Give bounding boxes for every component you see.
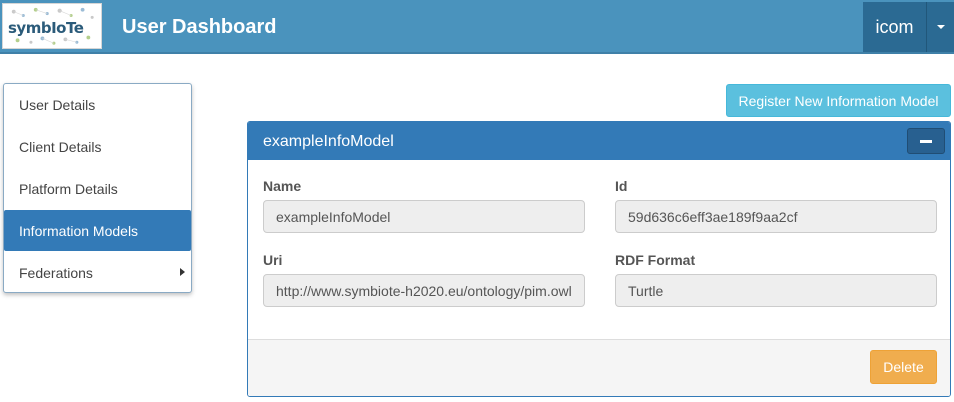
chevron-right-icon — [180, 268, 185, 276]
sidebar-item-label: Client Details — [19, 138, 102, 155]
minus-icon — [920, 139, 932, 143]
panel-heading[interactable]: exampleInfoModel — [248, 122, 950, 160]
sidebar-menu: User Details Client Details Platform Det… — [3, 83, 192, 293]
id-field[interactable]: 59d636c6eff3ae189f9aa2cf — [615, 200, 937, 233]
page-title[interactable]: User Dashboard — [122, 16, 277, 39]
sidebar-item-label: User Details — [19, 96, 96, 113]
delete-button[interactable]: Delete — [870, 350, 937, 384]
symbiote-logo[interactable]: symbIoTe — [2, 3, 102, 49]
panel-title: exampleInfoModel — [263, 133, 394, 150]
sidebar-item-platform-details[interactable]: Platform Details — [4, 168, 191, 209]
user-button[interactable]: icom — [863, 2, 927, 52]
chevron-down-icon — [936, 25, 945, 29]
name-label: Name — [263, 178, 302, 194]
user-dropdown-toggle[interactable] — [927, 2, 954, 52]
rdf-format-label: RDF Format — [615, 252, 696, 268]
rdf-format-field[interactable]: Turtle — [615, 274, 937, 307]
sidebar-item-federations[interactable]: Federations — [4, 252, 191, 293]
information-model-panel: exampleInfoModel Name exampleInfoModel I… — [247, 121, 951, 397]
logo-text: symbIoTe — [8, 19, 84, 37]
sidebar-item-label: Federations — [19, 264, 93, 281]
uri-field[interactable]: http://www.symbiote-h2020.eu/ontology/pi… — [263, 274, 585, 307]
sidebar-item-client-details[interactable]: Client Details — [4, 126, 191, 167]
sidebar-item-information-models[interactable]: Information Models — [4, 210, 191, 251]
collapse-button[interactable] — [907, 128, 945, 154]
top-navbar: symbIoTe User Dashboard icom — [0, 0, 954, 54]
sidebar-item-user-details[interactable]: User Details — [4, 84, 191, 125]
register-information-model-button[interactable]: Register New Information Model — [726, 84, 951, 117]
id-label: Id — [615, 178, 628, 194]
uri-label: Uri — [263, 252, 283, 268]
sidebar-item-label: Information Models — [19, 222, 139, 239]
sidebar-item-label: Platform Details — [19, 180, 118, 197]
panel-footer: Delete — [248, 339, 950, 396]
name-field[interactable]: exampleInfoModel — [263, 200, 585, 233]
user-menu: icom — [863, 2, 954, 52]
